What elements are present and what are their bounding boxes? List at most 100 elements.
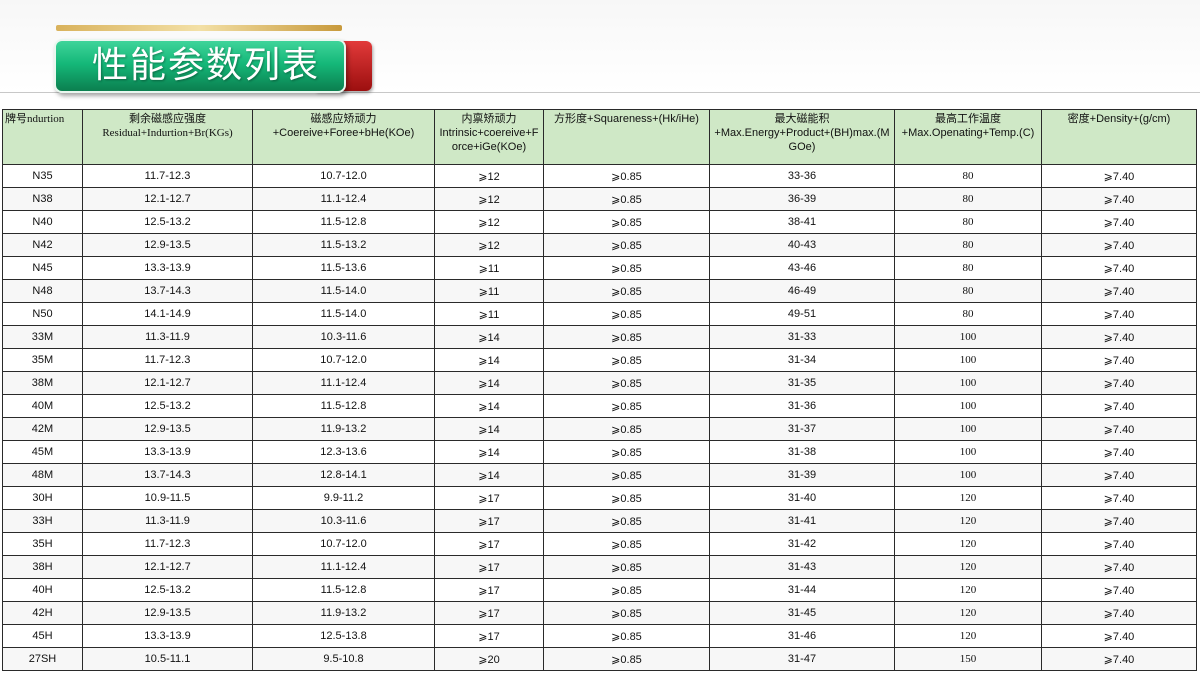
cell-intrinsic-coercivity: ⩾12 bbox=[434, 233, 544, 257]
cell-density: ⩾7.40 bbox=[1041, 647, 1197, 671]
cell-density: ⩾7.40 bbox=[1041, 486, 1197, 510]
cell-max-energy-product: 31-36 bbox=[709, 394, 895, 418]
cell-density: ⩾7.40 bbox=[1041, 187, 1197, 211]
cell-max-energy-product: 46-49 bbox=[709, 279, 895, 303]
cell-density: ⩾7.40 bbox=[1041, 164, 1197, 188]
cell-squareness: ⩾0.85 bbox=[543, 578, 710, 602]
cell-max-operating-temp: 100 bbox=[894, 463, 1042, 487]
cell-grade: 45M bbox=[2, 440, 83, 464]
cell-max-energy-product: 31-38 bbox=[709, 440, 895, 464]
cell-grade: N45 bbox=[2, 256, 83, 280]
table-row: 33M 11.3-11.9 10.3-11.6 ⩾14 ⩾0.85 31-33 100 ⩾7.… bbox=[2, 325, 1197, 349]
table-row: 30H 10.9-11.5 9.9-11.2 ⩾17 ⩾0.85 31-40 120 ⩾7.4… bbox=[2, 486, 1197, 510]
cell-squareness: ⩾0.85 bbox=[543, 509, 710, 533]
cell-grade: 35M bbox=[2, 348, 83, 372]
table-row: N48 13.7-14.3 11.5-14.0 ⩾11 ⩾0.85 46-49 80 ⩾7.4… bbox=[2, 279, 1197, 303]
cell-max-energy-product: 31-40 bbox=[709, 486, 895, 510]
cell-density: ⩾7.40 bbox=[1041, 302, 1197, 326]
cell-squareness: ⩾0.85 bbox=[543, 210, 710, 234]
header-remanence: 剩余磁感应强度 Residual+Indurtion+Br(KGs) bbox=[82, 109, 253, 165]
cell-max-energy-product: 31-43 bbox=[709, 555, 895, 579]
cell-squareness: ⩾0.85 bbox=[543, 624, 710, 648]
cell-grade: N38 bbox=[2, 187, 83, 211]
cell-max-energy-product: 43-46 bbox=[709, 256, 895, 280]
table-row: N38 12.1-12.7 11.1-12.4 ⩾12 ⩾0.85 36-39 80 ⩾7.4… bbox=[2, 187, 1197, 211]
cell-coercivity: 9.9-11.2 bbox=[252, 486, 435, 510]
cell-remanence: 12.1-12.7 bbox=[82, 187, 253, 211]
cell-intrinsic-coercivity: ⩾14 bbox=[434, 325, 544, 349]
cell-intrinsic-coercivity: ⩾14 bbox=[434, 463, 544, 487]
cell-remanence: 12.1-12.7 bbox=[82, 555, 253, 579]
cell-density: ⩾7.40 bbox=[1041, 371, 1197, 395]
cell-squareness: ⩾0.85 bbox=[543, 256, 710, 280]
cell-remanence: 12.5-13.2 bbox=[82, 210, 253, 234]
cell-coercivity: 11.5-12.8 bbox=[252, 394, 435, 418]
table-row: N35 11.7-12.3 10.7-12.0 ⩾12 ⩾0.85 33-36 80 ⩾7.4… bbox=[2, 164, 1197, 188]
cell-squareness: ⩾0.85 bbox=[543, 279, 710, 303]
cell-remanence: 12.5-13.2 bbox=[82, 394, 253, 418]
cell-density: ⩾7.40 bbox=[1041, 532, 1197, 556]
cell-max-energy-product: 31-41 bbox=[709, 509, 895, 533]
table-row: N45 13.3-13.9 11.5-13.6 ⩾11 ⩾0.85 43-46 80 ⩾7.4… bbox=[2, 256, 1197, 280]
table-row: 38H 12.1-12.7 11.1-12.4 ⩾17 ⩾0.85 31-43 120 ⩾7.… bbox=[2, 555, 1197, 579]
cell-grade: 40H bbox=[2, 578, 83, 602]
cell-density: ⩾7.40 bbox=[1041, 440, 1197, 464]
cell-remanence: 14.1-14.9 bbox=[82, 302, 253, 326]
table-row: 33H 11.3-11.9 10.3-11.6 ⩾17 ⩾0.85 31-41 120 ⩾7.… bbox=[2, 509, 1197, 533]
cell-density: ⩾7.40 bbox=[1041, 509, 1197, 533]
cell-coercivity: 11.9-13.2 bbox=[252, 601, 435, 625]
table-row: 40M 12.5-13.2 11.5-12.8 ⩾14 ⩾0.85 31-36 100 ⩾7.… bbox=[2, 394, 1197, 418]
banner-gold-stripe bbox=[56, 25, 342, 31]
cell-density: ⩾7.40 bbox=[1041, 624, 1197, 648]
cell-density: ⩾7.40 bbox=[1041, 325, 1197, 349]
cell-coercivity: 10.7-12.0 bbox=[252, 348, 435, 372]
cell-intrinsic-coercivity: ⩾17 bbox=[434, 578, 544, 602]
cell-squareness: ⩾0.85 bbox=[543, 532, 710, 556]
cell-density: ⩾7.40 bbox=[1041, 463, 1197, 487]
cell-intrinsic-coercivity: ⩾17 bbox=[434, 601, 544, 625]
cell-intrinsic-coercivity: ⩾17 bbox=[434, 509, 544, 533]
cell-remanence: 10.9-11.5 bbox=[82, 486, 253, 510]
table-row: N42 12.9-13.5 11.5-13.2 ⩾12 ⩾0.85 40-43 80 ⩾7.4… bbox=[2, 233, 1197, 257]
cell-grade: 42H bbox=[2, 601, 83, 625]
cell-coercivity: 11.5-14.0 bbox=[252, 279, 435, 303]
cell-density: ⩾7.40 bbox=[1041, 417, 1197, 441]
cell-max-operating-temp: 80 bbox=[894, 302, 1042, 326]
cell-intrinsic-coercivity: ⩾17 bbox=[434, 486, 544, 510]
cell-remanence: 13.3-13.9 bbox=[82, 440, 253, 464]
cell-max-energy-product: 49-51 bbox=[709, 302, 895, 326]
table-row: 35M 11.7-12.3 10.7-12.0 ⩾14 ⩾0.85 31-34 100 ⩾7.… bbox=[2, 348, 1197, 372]
cell-grade: N50 bbox=[2, 302, 83, 326]
cell-grade: 42M bbox=[2, 417, 83, 441]
cell-grade: N40 bbox=[2, 210, 83, 234]
cell-squareness: ⩾0.85 bbox=[543, 555, 710, 579]
table-row: 45M 13.3-13.9 12.3-13.6 ⩾14 ⩾0.85 31-38 100 ⩾7.… bbox=[2, 440, 1197, 464]
cell-density: ⩾7.40 bbox=[1041, 601, 1197, 625]
cell-max-energy-product: 36-39 bbox=[709, 187, 895, 211]
cell-max-operating-temp: 80 bbox=[894, 210, 1042, 234]
cell-max-operating-temp: 120 bbox=[894, 509, 1042, 533]
cell-max-energy-product: 31-39 bbox=[709, 463, 895, 487]
cell-max-energy-product: 31-47 bbox=[709, 647, 895, 671]
cell-max-operating-temp: 120 bbox=[894, 555, 1042, 579]
cell-density: ⩾7.40 bbox=[1041, 555, 1197, 579]
cell-grade: N48 bbox=[2, 279, 83, 303]
cell-remanence: 11.7-12.3 bbox=[82, 348, 253, 372]
cell-grade: 38H bbox=[2, 555, 83, 579]
cell-grade: N35 bbox=[2, 164, 83, 188]
cell-max-energy-product: 31-44 bbox=[709, 578, 895, 602]
cell-remanence: 12.9-13.5 bbox=[82, 417, 253, 441]
table-body: N35 11.7-12.3 10.7-12.0 ⩾12 ⩾0.85 33-36 80 ⩾7.4… bbox=[2, 164, 1197, 671]
cell-max-operating-temp: 100 bbox=[894, 348, 1042, 372]
table-row: 40H 12.5-13.2 11.5-12.8 ⩾17 ⩾0.85 31-44 120 ⩾7.… bbox=[2, 578, 1197, 602]
cell-coercivity: 10.7-12.0 bbox=[252, 532, 435, 556]
table-row: 42M 12.9-13.5 11.9-13.2 ⩾14 ⩾0.85 31-37 100 ⩾7.… bbox=[2, 417, 1197, 441]
cell-remanence: 12.9-13.5 bbox=[82, 233, 253, 257]
cell-max-operating-temp: 150 bbox=[894, 647, 1042, 671]
table-row: N40 12.5-13.2 11.5-12.8 ⩾12 ⩾0.85 38-41 80 ⩾7.4… bbox=[2, 210, 1197, 234]
cell-coercivity: 11.1-12.4 bbox=[252, 555, 435, 579]
cell-intrinsic-coercivity: ⩾14 bbox=[434, 417, 544, 441]
cell-coercivity: 11.5-12.8 bbox=[252, 578, 435, 602]
header-intrinsic-coercivity: 内禀矫顽力 Intrinsic+coereive+Force+iGe(KOe) bbox=[434, 109, 544, 165]
cell-max-operating-temp: 120 bbox=[894, 486, 1042, 510]
